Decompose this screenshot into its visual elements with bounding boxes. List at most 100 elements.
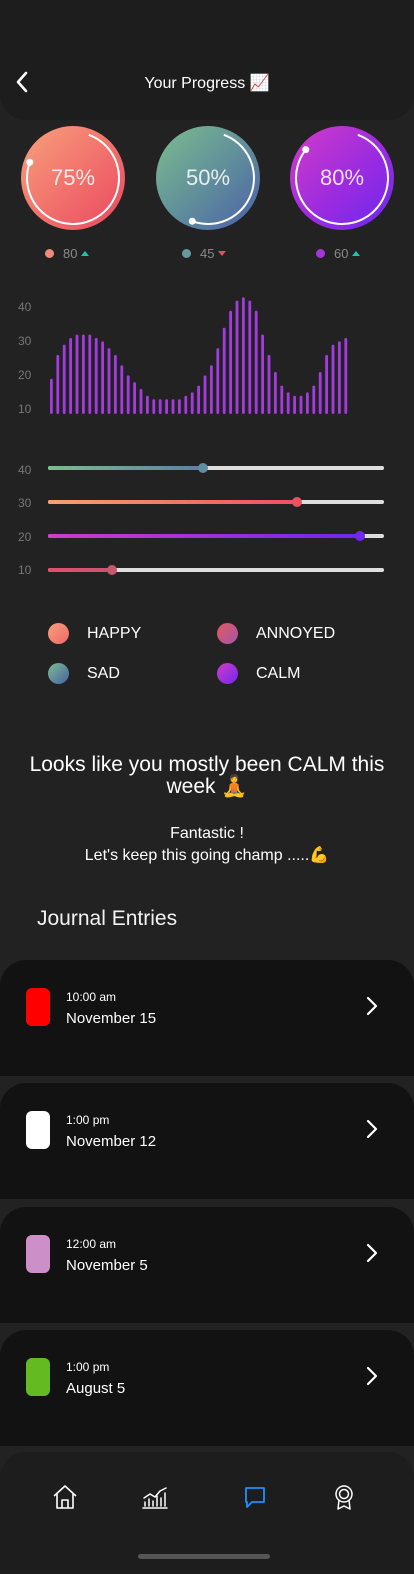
happy-slider[interactable] [48, 497, 384, 507]
chart-bar [184, 395, 188, 414]
chart-bar [267, 355, 271, 414]
stats-icon [142, 1487, 168, 1509]
slider-y-tick: 30 [18, 496, 32, 510]
calm-slider[interactable] [48, 531, 384, 541]
calm-progress-ring: 80% [290, 126, 394, 230]
chart-bar [222, 327, 226, 414]
chart-bar [107, 348, 111, 414]
slider-y-tick: 40 [18, 463, 32, 477]
ring-stat: 80 [45, 246, 90, 261]
happy-progress-ring: 75% [21, 126, 125, 230]
legend-label: CALM [256, 664, 301, 682]
encouragement-line: Fantastic ! [170, 825, 244, 842]
entry-date: November 12 [66, 1133, 157, 1150]
mood-color-tag [26, 1111, 50, 1149]
legend-swatch [217, 623, 238, 644]
legend-swatch [217, 663, 238, 684]
slider-fill [48, 500, 297, 504]
annoyed-slider[interactable] [48, 565, 384, 575]
chart-bar [158, 399, 162, 414]
chart-bar [280, 385, 284, 414]
entry-time: 1:00 pm [66, 1113, 110, 1127]
legend-swatch [48, 663, 69, 684]
trend-icon [352, 251, 361, 256]
chevron-right-icon [366, 1119, 378, 1139]
chart-bar [114, 355, 117, 414]
legend-sad: SAD [48, 663, 120, 684]
chart-bar [248, 300, 252, 414]
nav-journal[interactable] [240, 1482, 270, 1512]
chart-bar [120, 365, 124, 414]
chevron-right-icon [366, 1243, 378, 1263]
chart-bar [50, 378, 53, 414]
chevron-right-icon [366, 996, 378, 1016]
chart-bar [229, 310, 232, 414]
entry-date: November 5 [66, 1257, 148, 1274]
journal-entry[interactable]: 10:00 am November 15 [0, 960, 414, 1076]
chart-bar [165, 399, 168, 414]
chart-bar [56, 355, 60, 414]
mood-color-tag [26, 988, 50, 1026]
chart-bar [318, 372, 322, 414]
award-icon [335, 1485, 353, 1510]
chart-bar [171, 399, 175, 414]
legend-swatch [48, 623, 69, 644]
mood-bar-chart [50, 297, 348, 414]
chart-bar [274, 372, 277, 414]
legend-label: ANNOYED [256, 624, 336, 642]
chevron-right-icon [366, 1366, 378, 1386]
chart-bar [152, 399, 156, 414]
home-indicator [138, 1554, 270, 1559]
mood-color-tag [26, 1235, 50, 1273]
top-app-bar: Your Progress 📈 [0, 0, 414, 120]
stat-value: 80 [63, 246, 78, 261]
slider-y-tick: 20 [18, 530, 32, 544]
chart-bar [94, 338, 98, 414]
chart-bar [133, 382, 136, 414]
chart-bar [261, 334, 264, 414]
sad-slider[interactable] [48, 463, 384, 473]
home-icon [53, 1485, 77, 1509]
entry-date: November 15 [66, 1010, 157, 1027]
journal-entry[interactable]: 1:00 pm August 5 [0, 1330, 414, 1446]
stat-dot [316, 249, 325, 258]
progress-percent: 80% [319, 165, 365, 190]
chart-bar [325, 355, 328, 414]
legend-happy: HAPPY [48, 623, 141, 644]
legend-annoyed: ANNOYED [217, 623, 335, 644]
slider-y-tick: 10 [18, 563, 32, 577]
chart-bar [254, 310, 258, 414]
entry-time: 12:00 am [66, 1237, 117, 1251]
legend-calm: CALM [217, 663, 300, 684]
journal-entry[interactable]: 12:00 am November 5 [0, 1207, 414, 1323]
chart-bar [210, 365, 213, 414]
chart-bar [331, 344, 335, 414]
nav-stats[interactable] [140, 1482, 170, 1512]
ring-stat: 60 [316, 246, 361, 261]
journal-entry[interactable]: 1:00 pm November 12 [0, 1083, 414, 1199]
nav-home[interactable] [50, 1482, 80, 1512]
stat-dot [45, 249, 54, 258]
slider-fill [48, 568, 112, 572]
slider-thumb[interactable] [291, 497, 302, 507]
stat-value: 60 [334, 246, 349, 261]
legend-label: SAD [87, 664, 120, 682]
chart-bar [293, 395, 296, 414]
chart-bar [178, 399, 181, 414]
slider-thumb[interactable] [355, 531, 366, 541]
nav-awards[interactable] [329, 1482, 359, 1512]
page-title: Your Progress 📈 [144, 75, 270, 92]
slider-thumb[interactable] [106, 565, 117, 575]
legend-label: HAPPY [87, 624, 142, 642]
chart-bar [190, 392, 194, 414]
entry-date: August 5 [66, 1380, 126, 1397]
slider-thumb[interactable] [197, 463, 208, 473]
chart-bar [101, 341, 104, 414]
chart-bar [216, 348, 220, 414]
chart-bar [62, 344, 66, 414]
chart-bar [338, 341, 341, 414]
chart-bar [306, 392, 309, 414]
chart-bar [88, 334, 92, 414]
mood-summary: Looks like you mostly been CALM this wee… [29, 753, 385, 798]
chart-bar [197, 385, 200, 414]
